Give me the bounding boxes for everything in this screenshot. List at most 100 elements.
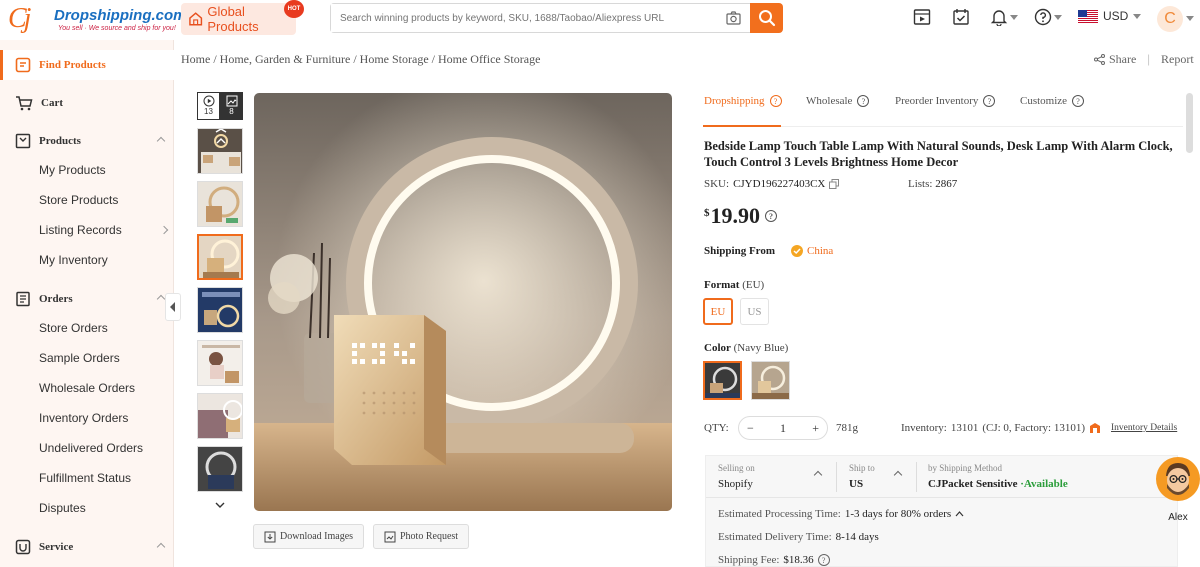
lists-row: Lists: 2867: [908, 178, 957, 190]
currency-selector[interactable]: USD: [1078, 9, 1142, 23]
user-avatar[interactable]: C: [1157, 6, 1183, 32]
shipping-from-option[interactable]: China: [791, 245, 833, 257]
tasks-button[interactable]: [952, 8, 970, 26]
top-header: Cj Dropshipping.com You sell · We source…: [0, 0, 1200, 40]
format-option-us[interactable]: US: [740, 298, 769, 325]
download-image-icon: [264, 531, 276, 542]
color-selected: (Navy Blue): [733, 342, 789, 354]
sku-label: SKU:: [704, 178, 730, 190]
format-option-eu[interactable]: EU: [703, 298, 733, 325]
breadcrumb-home[interactable]: Home: [181, 52, 210, 66]
ship-to-selector[interactable]: Ship to US: [849, 463, 875, 490]
qty-decrement-button[interactable]: −: [747, 421, 754, 436]
sidebar-item-my-inventory[interactable]: My Inventory: [39, 250, 108, 270]
breadcrumb-category[interactable]: Home, Garden & Furniture: [220, 52, 351, 66]
download-images-label: Download Images: [280, 531, 354, 542]
breadcrumb-subcategory[interactable]: Home Storage: [360, 52, 429, 66]
help-icon: ?: [769, 95, 782, 107]
share-button[interactable]: Share: [1094, 52, 1136, 67]
thumbnail-scroll-down[interactable]: [197, 498, 243, 512]
sidebar-item-service[interactable]: Service: [0, 532, 174, 562]
chevron-up-icon: [156, 294, 166, 304]
sidebar-item-store-products[interactable]: Store Products: [39, 190, 118, 210]
sidebar-item-undelivered-orders[interactable]: Undelivered Orders: [39, 438, 143, 458]
sidebar-item-disputes[interactable]: Disputes: [39, 498, 86, 518]
qty-value[interactable]: 1: [780, 421, 786, 436]
scrollbar[interactable]: [1186, 93, 1193, 153]
image-count-button[interactable]: 8: [220, 92, 243, 120]
sidebar-item-orders[interactable]: Orders: [0, 284, 174, 314]
copy-icon[interactable]: [829, 179, 840, 189]
thumbnail-selected[interactable]: [197, 234, 243, 280]
inventory-details-link[interactable]: Inventory Details: [1111, 423, 1177, 433]
thumbnail[interactable]: [197, 446, 243, 492]
flag-us-icon: [1078, 9, 1098, 23]
search-button[interactable]: [750, 3, 783, 33]
chevron-up-icon: [156, 542, 166, 552]
tab-dropshipping[interactable]: Dropshipping?: [704, 95, 782, 107]
thumbnail[interactable]: [197, 287, 243, 333]
shipping-method-label: by Shipping Method: [928, 463, 1003, 473]
logo[interactable]: Cj Dropshipping.com You sell · We source…: [6, 3, 187, 36]
help-button[interactable]: [1034, 8, 1062, 26]
breadcrumb: Home / Home, Garden & Furniture / Home S…: [181, 52, 541, 66]
store-icon: [189, 12, 203, 26]
delivery-value: 8-14 days: [835, 531, 879, 543]
chevron-up-icon: [156, 136, 166, 146]
sidebar-collapse-button[interactable]: [165, 293, 181, 321]
support-agent-widget[interactable]: Alex: [1155, 456, 1200, 523]
chevron-up-icon[interactable]: [955, 511, 964, 517]
tab-preorder-inventory[interactable]: Preorder Inventory?: [895, 95, 996, 107]
tab-customize[interactable]: Customize?: [1020, 95, 1085, 107]
sidebar-item-wholesale-orders[interactable]: Wholesale Orders: [39, 378, 135, 398]
cart-icon: [16, 96, 33, 111]
main-product-image[interactable]: [254, 93, 672, 511]
sidebar-item-products[interactable]: Products: [0, 126, 174, 156]
qty-increment-button[interactable]: +: [812, 421, 819, 436]
thumbnail-scroll-up[interactable]: [216, 131, 226, 149]
photo-request-button[interactable]: Photo Request: [373, 524, 470, 549]
thumbnail[interactable]: [197, 340, 243, 386]
notifications-button[interactable]: [990, 8, 1018, 26]
sidebar-item-label: Products: [39, 135, 81, 147]
sidebar-item-inventory-orders[interactable]: Inventory Orders: [39, 408, 128, 428]
camera-icon[interactable]: [726, 11, 741, 25]
logo-mark: Cj: [8, 3, 32, 34]
download-images-button[interactable]: Download Images: [253, 524, 365, 549]
sidebar-item-find-products[interactable]: Find Products: [0, 50, 174, 80]
shipping-method-selector[interactable]: by Shipping Method CJPacket Sensitive ·A…: [928, 463, 1068, 490]
help-icon[interactable]: ?: [765, 210, 777, 222]
shipping-fee-label: Shipping Fee:: [718, 554, 780, 566]
color-swatch-wood[interactable]: [751, 361, 790, 400]
sidebar-item-cart[interactable]: Cart: [0, 88, 174, 118]
sidebar-item-store-orders[interactable]: Store Orders: [39, 318, 108, 338]
quantity-stepper: − 1 +: [738, 416, 828, 440]
thumbnail[interactable]: [197, 181, 243, 227]
color-swatch-navy-blue[interactable]: [703, 361, 742, 400]
breadcrumb-current[interactable]: Home Office Storage: [438, 52, 540, 66]
thumbnail[interactable]: [197, 393, 243, 439]
video-count: 13: [204, 107, 213, 116]
chevron-down-icon[interactable]: [1186, 16, 1194, 21]
video-icon: [913, 9, 931, 25]
chevron-down-icon: [1054, 14, 1062, 20]
global-products-button[interactable]: Global Products HOT: [181, 0, 304, 35]
delivery-label: Estimated Delivery Time:: [718, 531, 832, 543]
sidebar-item-sample-orders[interactable]: Sample Orders: [39, 348, 120, 368]
selling-on-selector[interactable]: Selling on Shopify: [718, 463, 755, 490]
share-label: Share: [1109, 52, 1137, 66]
tab-wholesale[interactable]: Wholesale?: [806, 95, 870, 107]
video-button[interactable]: [913, 8, 931, 26]
help-icon[interactable]: ?: [817, 554, 830, 566]
inventory-label: Inventory:: [901, 422, 947, 434]
sidebar-item-my-products[interactable]: My Products: [39, 160, 106, 180]
search-input[interactable]: [331, 4, 711, 32]
sidebar-item-fulfillment-status[interactable]: Fulfillment Status: [39, 468, 131, 488]
selling-on-value: Shopify: [718, 478, 753, 490]
divider: [706, 497, 1177, 498]
report-button[interactable]: Report: [1161, 52, 1194, 67]
help-icon: ?: [857, 95, 870, 107]
shipping-fee-value: $18.36: [783, 554, 814, 566]
sidebar-item-listing-records[interactable]: Listing Records: [39, 220, 169, 240]
video-count-button[interactable]: 13: [197, 92, 220, 120]
